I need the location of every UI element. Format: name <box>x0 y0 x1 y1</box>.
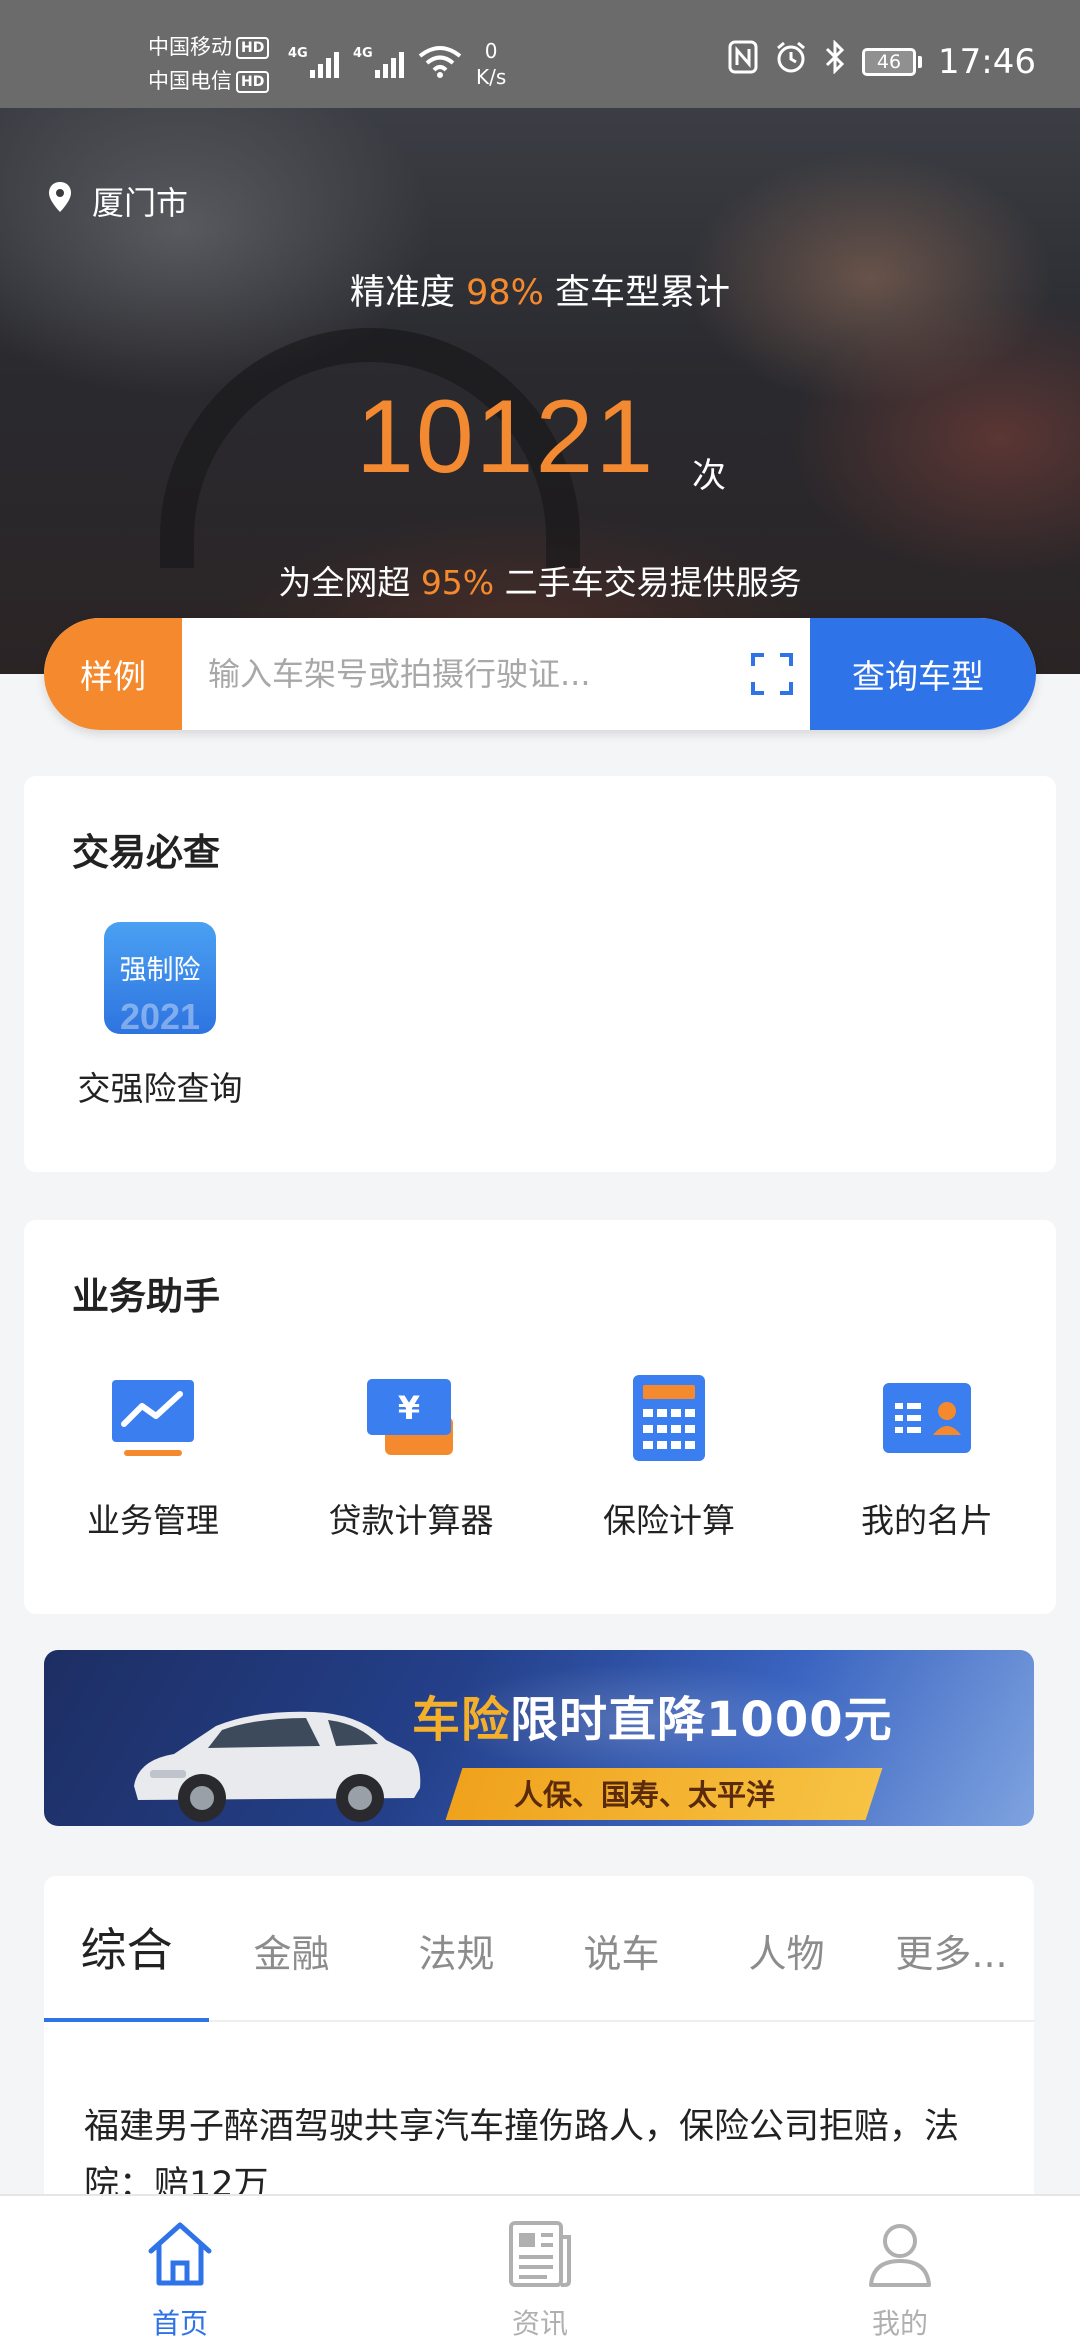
compulsory-insurance-query[interactable]: 强制险 2021 交强险查询 <box>60 922 260 1110</box>
tab-car-talk[interactable]: 说车 <box>539 1876 704 2020</box>
business-management-item[interactable]: 业务管理 <box>24 1370 282 1542</box>
sample-button[interactable]: 样例 <box>44 618 182 730</box>
carrier-2: 中国电信 <box>148 69 232 93</box>
query-model-button[interactable]: 查询车型 <box>810 618 1036 730</box>
carrier-1: 中国移动 <box>148 35 232 59</box>
clock: 17:46 <box>938 41 1036 82</box>
accuracy-value: 98% <box>466 273 544 313</box>
query-count-unit: 次 <box>692 456 726 496</box>
service-value: 95% <box>420 563 495 602</box>
signal-icon: 4G <box>353 44 404 78</box>
tabbar-profile[interactable]: 我的 <box>720 2196 1080 2340</box>
hd-badge: HD <box>236 37 270 59</box>
scan-icon[interactable] <box>734 618 810 730</box>
bluetooth-icon <box>824 39 846 83</box>
location-pin-icon <box>48 181 72 221</box>
section-title: 交易必查 <box>72 831 220 874</box>
network-type: 4G <box>353 46 373 61</box>
accuracy-text: 精准度 98% 查车型累计 <box>349 273 731 313</box>
insurance-calculator-item[interactable]: 保险计算 <box>540 1370 798 1542</box>
my-business-card-item[interactable]: 我的名片 <box>798 1370 1056 1542</box>
tab-finance[interactable]: 金融 <box>209 1876 374 2020</box>
tab-people[interactable]: 人物 <box>704 1876 869 2020</box>
assistant-tools: 业务管理 ¥ 贷款计算器 保险计算 我的名片 <box>24 1370 1056 1542</box>
service-text: 为全网超 95% 二手车交易提供服务 <box>278 563 802 602</box>
hd-badge: HD <box>236 71 270 93</box>
news-icon <box>360 2214 720 2294</box>
section-title: 业务助手 <box>72 1275 220 1318</box>
battery-level: 46 <box>862 47 917 76</box>
svg-text:¥: ¥ <box>398 1389 420 1427</box>
city-name: 厦门市 <box>92 184 189 222</box>
tab-general[interactable]: 综合 <box>44 1876 209 2022</box>
hero-banner: 厦门市 精准度 98% 查车型累计 10121 次 为全网超 95% 二手车交易… <box>0 108 1080 674</box>
promo-banner[interactable]: 车险限时直降1000元 人保、国寿、太平洋 <box>44 1650 1034 1826</box>
tabbar-home[interactable]: 首页 <box>0 2196 360 2340</box>
tab-more[interactable]: 更多... <box>869 1876 1034 2020</box>
banner-headline: 车险限时直降1000元 <box>412 1692 893 1748</box>
business-assistant-card: 业务助手 业务管理 ¥ 贷款计算器 保险计算 我的名片 <box>24 1220 1056 1614</box>
compulsory-insurance-icon: 强制险 2021 <box>104 922 216 1034</box>
query-count: 10121 <box>356 379 656 495</box>
compulsory-insurance-label: 交强险查询 <box>77 1069 243 1108</box>
car-image <box>124 1690 424 1826</box>
status-right: 46 17:46 <box>728 39 1036 83</box>
signal-strength: 4G 4G <box>288 44 404 78</box>
status-bar: 中国移动 HD 中国电信 HD 4G 4G 0 K/s 46 17:46 <box>0 0 1080 108</box>
signal-icon: 4G <box>288 44 339 78</box>
wifi-icon <box>418 44 462 82</box>
loan-calculator-item[interactable]: ¥ 贷款计算器 <box>282 1370 540 1542</box>
alarm-icon <box>774 40 808 83</box>
carrier-info: 中国移动 HD 中国电信 HD <box>148 30 270 98</box>
must-check-card: 交易必查 强制险 2021 交强险查询 <box>24 776 1056 1172</box>
calculator-icon <box>621 1370 717 1466</box>
banner-subline: 人保、国寿、太平洋 <box>514 1778 776 1812</box>
vin-search-input[interactable] <box>182 618 734 730</box>
network-type: 4G <box>288 46 308 61</box>
profile-icon <box>720 2214 1080 2294</box>
bottom-tab-bar: 首页 资讯 我的 <box>0 2194 1080 2340</box>
home-icon <box>0 2214 360 2294</box>
news-tabs: 综合 金融 法规 说车 人物 更多... <box>44 1876 1034 2022</box>
trend-chart-icon <box>105 1370 201 1466</box>
battery-icon: 46 <box>862 47 923 76</box>
tabbar-news[interactable]: 资讯 <box>360 2196 720 2340</box>
yuan-card-icon: ¥ <box>363 1370 459 1466</box>
location-selector[interactable]: 厦门市 <box>48 178 188 224</box>
tab-regulations[interactable]: 法规 <box>374 1876 539 2020</box>
business-card-icon <box>879 1370 975 1466</box>
network-speed: 0 K/s <box>476 39 507 89</box>
vin-search-bar: 样例 查询车型 <box>44 618 1036 730</box>
nfc-icon <box>728 40 758 83</box>
